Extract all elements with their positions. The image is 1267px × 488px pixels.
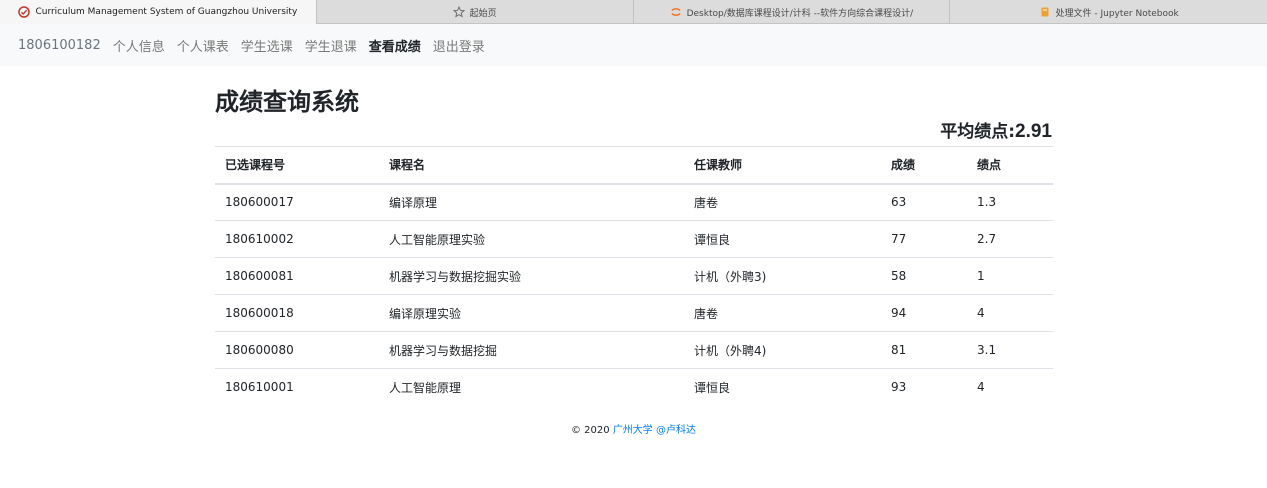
column-header-teacher: 任课教师 (684, 146, 881, 185)
browser-tab-2[interactable]: Desktop/数据库课程设计/计科 --软件方向综合课程设计/ (634, 0, 951, 24)
column-header-score: 成绩 (881, 146, 967, 185)
cell-course-name: 编译原理 (389, 195, 438, 210)
cell-course-id: 180600017 (225, 195, 294, 210)
cell-score: 81 (881, 331, 967, 369)
footer-copyright: © 2020 (570, 425, 610, 436)
browser-tab-strip: Curriculum Management System of Guangzho… (0, 0, 1267, 24)
cell-grade-point: 4 (967, 368, 1053, 406)
cell-teacher: 唐卷 (684, 294, 881, 332)
table-row: 180600081 机器学习与数据挖掘实验 计机（外聘3) 58 1 (215, 257, 1053, 295)
cell-score: 63 (891, 195, 907, 210)
cell-teacher: 计机（外聘3) (684, 257, 881, 295)
cell-score: 77 (881, 220, 967, 258)
cell-score: 58 (881, 257, 967, 295)
nav-link-schedule[interactable]: 个人课表 (177, 36, 229, 55)
cell-course-id: 180610001 (215, 368, 379, 406)
page-footer: © 2020 广州大学 @卢科达 (0, 421, 1267, 436)
cell-grade-point: 3.1 (967, 331, 1053, 369)
cell-course-name: 人工智能原理 (379, 368, 684, 406)
cell-score: 94 (881, 294, 967, 332)
gpa-label: 平均绩点: (940, 122, 1016, 142)
jupyter-icon (670, 6, 682, 18)
table-row: 180600017 编译原理 唐卷 63 1.3 (215, 184, 1053, 221)
browser-tab-0[interactable]: Curriculum Management System of Guangzho… (0, 0, 317, 24)
gpa-value: 2.91 (1015, 121, 1052, 142)
nav-link-select-course[interactable]: 学生选课 (241, 36, 293, 55)
cell-course-id: 180600081 (215, 257, 379, 295)
cell-course-id: 180600080 (215, 331, 379, 369)
column-header-course-id: 已选课程号 (215, 146, 379, 185)
cell-teacher: 谭恒良 (684, 220, 881, 258)
browser-tab-title: 处理文件 - Jupyter Notebook (1055, 8, 1179, 19)
browser-tab-1[interactable]: 起始页 (317, 0, 634, 24)
cell-grade-point: 1 (967, 257, 1053, 295)
table-row: 180610002 人工智能原理实验 谭恒良 77 2.7 (215, 220, 1053, 258)
notebook-icon (1039, 6, 1051, 18)
cell-grade-point: 4 (967, 294, 1053, 332)
cell-course-id: 180610002 (215, 220, 379, 258)
table-header-row: 已选课程号 课程名 任课教师 成绩 绩点 (215, 146, 1053, 185)
student-id: 1806100182 (18, 37, 101, 53)
gpa-summary: 平均绩点:2.91 (940, 117, 1052, 143)
cell-course-name: 机器学习与数据挖掘实验 (379, 257, 684, 295)
cell-course-name: 机器学习与数据挖掘 (379, 331, 684, 369)
table-row: 180600018 编译原理实验 唐卷 94 4 (215, 294, 1053, 332)
cell-grade-point: 1.3 (977, 195, 997, 210)
cell-course-name: 人工智能原理实验 (379, 220, 684, 258)
nav-link-drop-course[interactable]: 学生退课 (305, 36, 357, 55)
cell-score: 93 (881, 368, 967, 406)
cell-teacher: 唐卷 (694, 195, 719, 210)
nav-link-view-grades[interactable]: 查看成绩 (369, 36, 421, 55)
browser-tab-title: 起始页 (469, 8, 497, 19)
main-navbar: 1806100182 个人信息 个人课表 学生选课 学生退课 查看成绩 退出登录 (0, 24, 1267, 66)
footer-link[interactable]: 广州大学 @卢科达 (613, 425, 696, 436)
table-row: 180600080 机器学习与数据挖掘 计机（外聘4) 81 3.1 (215, 331, 1053, 369)
browser-tab-3[interactable]: 处理文件 - Jupyter Notebook (950, 0, 1267, 24)
app-logo-icon (18, 6, 31, 18)
column-header-grade-point: 绩点 (967, 146, 1053, 185)
cell-course-id: 180600018 (215, 294, 379, 332)
cell-teacher: 谭恒良 (684, 368, 881, 406)
cell-teacher: 计机（外聘4) (684, 331, 881, 369)
cell-course-name: 编译原理实验 (379, 294, 684, 332)
table-row: 180610001 人工智能原理 谭恒良 93 4 (215, 368, 1053, 406)
star-icon (452, 6, 465, 18)
grades-table: 已选课程号 课程名 任课教师 成绩 绩点 180600017 编译原理 唐卷 6… (215, 146, 1053, 406)
cell-grade-point: 2.7 (967, 220, 1053, 258)
nav-link-profile[interactable]: 个人信息 (113, 36, 165, 55)
browser-tab-title: Curriculum Management System of Guangzho… (35, 7, 298, 17)
column-header-course-name: 课程名 (379, 146, 684, 185)
nav-link-logout[interactable]: 退出登录 (433, 36, 485, 55)
page-title: 成绩查询系统 (215, 88, 359, 116)
browser-tab-title: Desktop/数据库课程设计/计科 --软件方向综合课程设计/ (686, 8, 914, 19)
